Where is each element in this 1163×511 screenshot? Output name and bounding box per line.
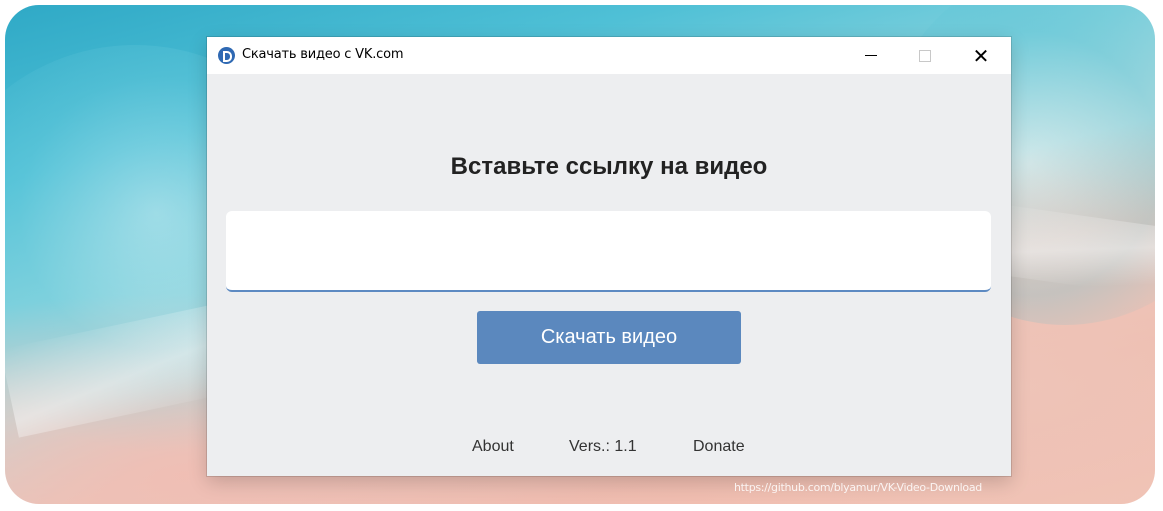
- close-icon: ✕: [972, 43, 990, 68]
- page-title: Вставьте ссылку на видео: [450, 153, 768, 180]
- maximize-icon: [919, 49, 931, 62]
- minimize-button[interactable]: [843, 37, 899, 74]
- download-video-button[interactable]: Скачать видео: [477, 311, 741, 364]
- window-title: Скачать видео с VK.com: [242, 47, 404, 62]
- app-window: Скачать видео с VK.com ✕ Вставьте ссылку…: [207, 37, 1011, 476]
- source-credit: https://github.com/blyamur/VK-Video-Down…: [734, 481, 982, 494]
- about-link[interactable]: About: [472, 438, 514, 456]
- close-button[interactable]: ✕: [953, 37, 1009, 74]
- title-bar[interactable]: Скачать видео с VK.com ✕: [207, 37, 1011, 74]
- version-label: Vers.: 1.1: [569, 438, 637, 455]
- video-url-input[interactable]: [226, 211, 991, 292]
- donate-link[interactable]: Donate: [693, 438, 745, 456]
- app-logo-icon: [218, 47, 235, 64]
- maximize-button[interactable]: [897, 37, 953, 74]
- minimize-icon: [865, 55, 877, 56]
